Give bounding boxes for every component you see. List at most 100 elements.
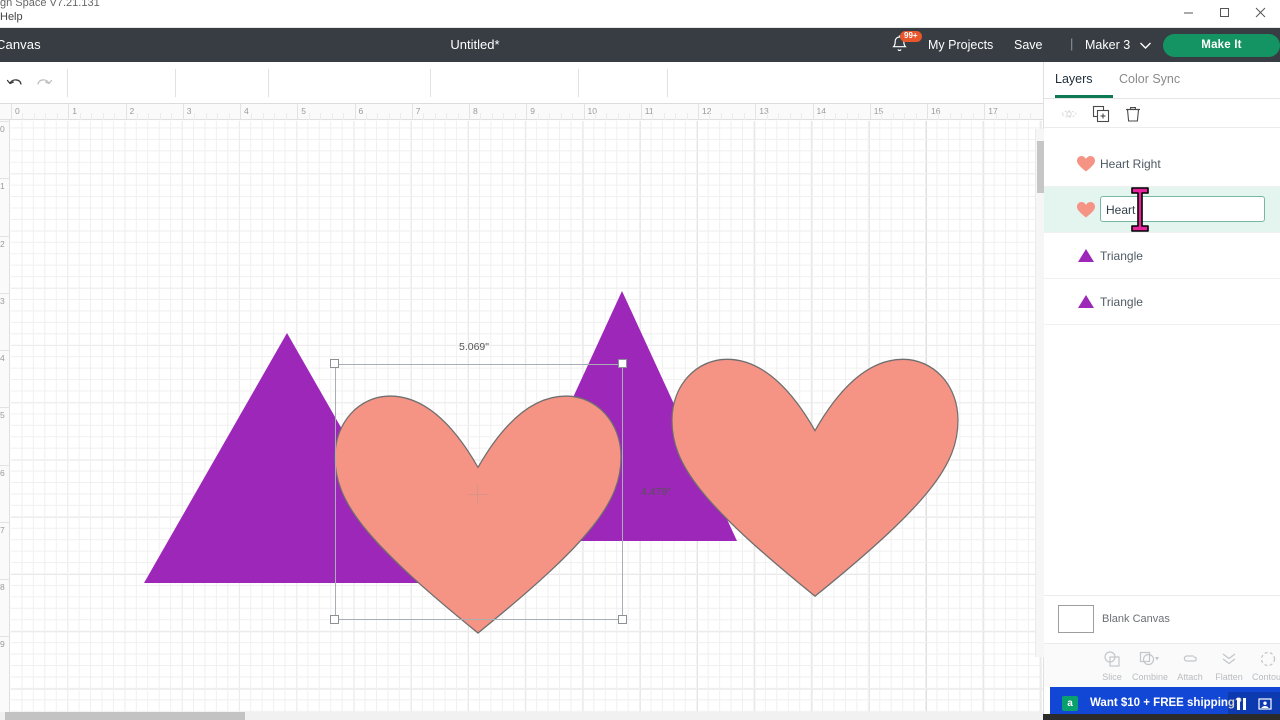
- selection-handle-tl[interactable]: [330, 359, 339, 368]
- expand-icon[interactable]: [1258, 697, 1272, 714]
- ruler-tick: [0, 178, 10, 180]
- ruler-tick: [0, 464, 10, 466]
- selection-handle-tr[interactable]: [618, 359, 627, 368]
- blank-canvas-swatch[interactable]: [1058, 605, 1094, 633]
- ruler-minor-tick: [217, 113, 219, 120]
- ruler-minor-tick: [675, 113, 677, 120]
- minimize-icon[interactable]: [1169, 0, 1209, 22]
- selection-center-crosshair: [468, 485, 488, 505]
- ruler-minor-tick: [938, 113, 940, 120]
- ruler-minor-tick: [274, 113, 276, 120]
- blank-canvas-label: Blank Canvas: [1102, 613, 1170, 625]
- layer-name-heart-right: Heart Right: [1100, 157, 1161, 171]
- ruler-minor-tick: [251, 113, 253, 120]
- ruler-minor-tick: [79, 113, 81, 120]
- ruler-minor-tick: [835, 113, 837, 120]
- promo-controls[interactable]: [1228, 692, 1280, 716]
- machine-selector-label[interactable]: Maker 3: [1085, 38, 1130, 52]
- edit-toolbar: Operation Basic Cut ▼ Select All Edit ▼ …: [0, 62, 1043, 161]
- ruler-tick: [927, 104, 928, 120]
- ruler-tick: [240, 104, 241, 120]
- contour-label: Contour: [1251, 672, 1280, 682]
- maximize-icon[interactable]: [1205, 0, 1245, 22]
- ruler-tick-label: 0: [15, 106, 20, 116]
- layer-row-triangle-2[interactable]: Triangle: [1044, 279, 1280, 325]
- ruler-tick-label: 8: [0, 582, 5, 592]
- undo-icon[interactable]: [5, 74, 25, 94]
- ruler-minor-tick: [491, 113, 493, 120]
- ruler-minor-tick: [778, 113, 780, 120]
- ruler-tick-label: 6: [358, 106, 364, 116]
- ruler-minor-tick: [686, 113, 688, 120]
- layer-row-heart[interactable]: Heart: [1044, 187, 1280, 233]
- ruler-minor-tick: [91, 113, 93, 120]
- chevron-down-icon[interactable]: [1139, 39, 1152, 53]
- ruler-tick-label: 3: [0, 295, 5, 306]
- selection-handle-br[interactable]: [618, 615, 627, 624]
- ruler-tick: [0, 292, 10, 294]
- canvas-horizontal-scrollbar-thumb[interactable]: [5, 712, 245, 720]
- layer-list: Heart Right Heart Triangle Triangle: [1044, 129, 1280, 657]
- ruler-minor-tick: [331, 113, 333, 120]
- ruler-minor-tick: [136, 113, 138, 120]
- ruler-minor-tick: [995, 113, 997, 120]
- tab-color-sync[interactable]: Color Sync: [1119, 72, 1180, 86]
- panel-tabs: Layers Color Sync: [1044, 62, 1280, 99]
- layer-row-heart-right[interactable]: Heart Right: [1044, 141, 1280, 187]
- ruler-minor-tick: [972, 113, 974, 120]
- ruler-minor-tick: [56, 113, 58, 120]
- ruler-tick-label: 1: [0, 181, 5, 192]
- pause-icon[interactable]: [1236, 697, 1247, 714]
- redo-icon[interactable]: [34, 74, 54, 94]
- ruler-minor-tick: [549, 113, 551, 120]
- ruler-minor-tick: [45, 113, 47, 120]
- ruler-minor-tick: [537, 113, 539, 120]
- delete-icon[interactable]: [1124, 105, 1142, 123]
- ruler-minor-tick: [1007, 113, 1009, 120]
- ruler-tick: [0, 636, 10, 638]
- ruler-minor-tick: [194, 113, 196, 120]
- ruler-minor-tick: [22, 113, 24, 120]
- ruler-minor-tick: [629, 113, 631, 120]
- ruler-tick: [812, 104, 814, 120]
- my-projects-link[interactable]: My Projects: [928, 38, 993, 52]
- selection-handle-bl[interactable]: [330, 615, 339, 624]
- ruler-minor-tick: [789, 113, 791, 120]
- layer-rename-input[interactable]: Heart: [1100, 196, 1265, 222]
- app-header: Canvas Untitled* 99+ My Projects Save | …: [0, 28, 1280, 62]
- ruler-minor-tick: [594, 113, 596, 120]
- ruler-minor-tick: [228, 113, 230, 120]
- contour-tool: Contour: [1244, 650, 1280, 682]
- ruler-tick-label: 2: [0, 238, 5, 249]
- notifications-button[interactable]: 99+: [890, 31, 922, 58]
- canvas-horizontal-scrollbar[interactable]: [0, 712, 1043, 720]
- active-tab-underline: [1055, 95, 1113, 98]
- layer-name-triangle-2: Triangle: [1100, 295, 1143, 309]
- ruler-minor-tick: [400, 113, 402, 120]
- close-icon[interactable]: [1241, 0, 1280, 22]
- tab-layers[interactable]: Layers: [1055, 72, 1093, 86]
- make-it-button[interactable]: Make It: [1163, 34, 1280, 57]
- layers-panel-scrollbar[interactable]: [1035, 129, 1044, 657]
- layer-row-triangle-1[interactable]: Triangle: [1044, 233, 1280, 279]
- ruler-tick: [0, 579, 10, 580]
- ruler-minor-tick: [423, 113, 425, 120]
- blank-canvas-row[interactable]: Blank Canvas: [1044, 595, 1280, 643]
- ruler-tick-label: 7: [415, 106, 421, 116]
- design-canvas[interactable]: 5.069" 4.479" 0 1 2 3 4 5 6 7 8 9 10 11 12 13 14 15 16 17…: [0, 104, 1043, 720]
- save-button[interactable]: Save: [1014, 38, 1043, 52]
- ruler-minor-tick: [480, 113, 482, 120]
- ruler-tick: [698, 104, 699, 120]
- layers-panel-scrollbar-thumb[interactable]: [1037, 141, 1044, 193]
- ruler-tick-label: 0: [0, 124, 5, 134]
- triangle-icon: [1076, 292, 1096, 311]
- ruler-minor-tick: [709, 113, 711, 120]
- shape-heart-right: [671, 358, 959, 598]
- ruler-minor-tick: [365, 113, 367, 120]
- ruler-minor-tick: [617, 113, 619, 120]
- duplicate-icon[interactable]: [1092, 105, 1110, 123]
- layers-panel: Layers Color Sync Heart Right Heart Tria…: [1035, 62, 1280, 720]
- promo-logo-icon: a: [1062, 696, 1078, 711]
- menu-help[interactable]: Help: [0, 11, 23, 23]
- heart-icon: [1076, 200, 1096, 219]
